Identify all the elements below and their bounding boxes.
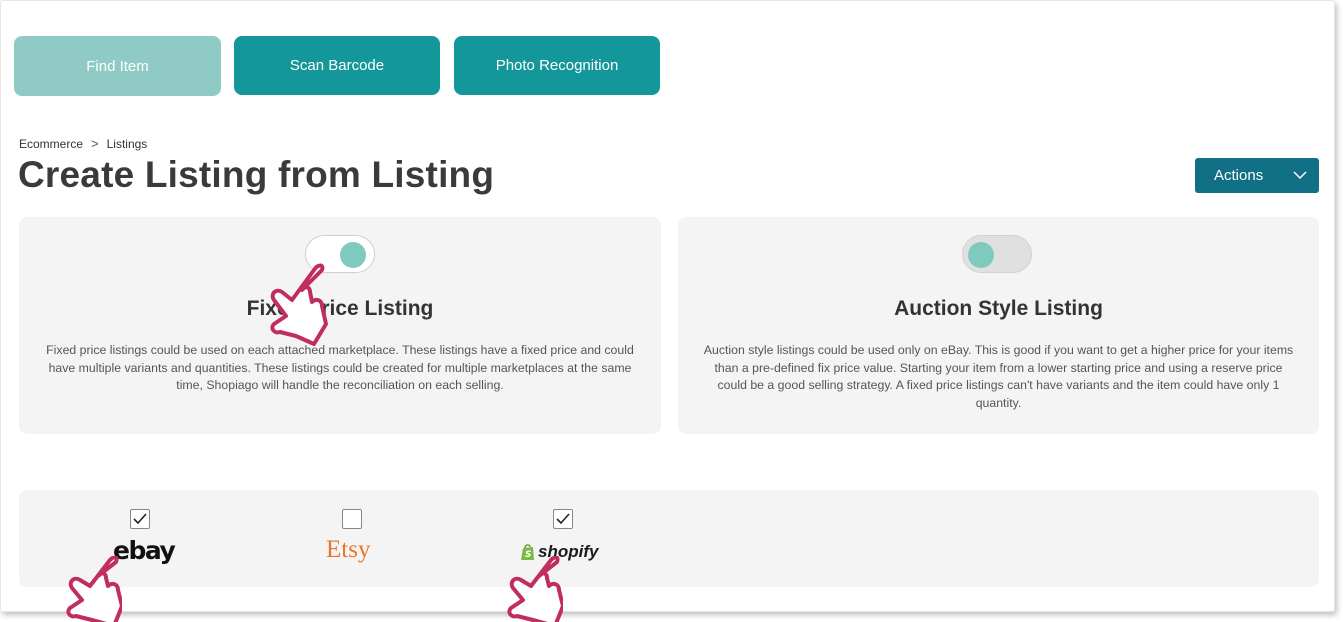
fixed-price-title: Fixed Price Listing bbox=[246, 297, 434, 320]
breadcrumb: Ecommerce > Listings bbox=[19, 136, 147, 151]
photo-recognition-label: Photo Recognition bbox=[495, 57, 619, 74]
breadcrumb-separator: > bbox=[91, 136, 99, 151]
chevron-down-icon bbox=[1293, 171, 1307, 180]
actions-dropdown-button[interactable]: Actions bbox=[1195, 158, 1319, 193]
auction-style-title: Auction Style Listing bbox=[894, 297, 1103, 320]
marketplace-panel: ebay Etsy S shopify bbox=[19, 490, 1319, 587]
etsy-checkbox[interactable] bbox=[342, 509, 362, 529]
checkmark-icon bbox=[133, 513, 147, 525]
toggle-knob bbox=[968, 242, 994, 268]
checkmark-icon bbox=[556, 513, 570, 525]
toggle-knob bbox=[340, 242, 366, 268]
hand-pointer-icon bbox=[66, 556, 122, 622]
scan-barcode-button[interactable]: Scan Barcode bbox=[234, 36, 440, 95]
breadcrumb-item-listings[interactable]: Listings bbox=[107, 137, 148, 151]
hand-pointer-icon bbox=[507, 556, 563, 622]
find-item-label: Find Item bbox=[86, 57, 149, 75]
fixed-price-card[interactable]: Fixed Price Listing Fixed price listings… bbox=[19, 217, 661, 434]
photo-recognition-button[interactable]: Photo Recognition bbox=[454, 36, 660, 95]
breadcrumb-item-ecommerce[interactable]: Ecommerce bbox=[19, 137, 83, 151]
ebay-checkbox[interactable] bbox=[130, 509, 150, 529]
etsy-logo: Etsy bbox=[326, 536, 371, 563]
auction-style-description: Auction style listings could be used onl… bbox=[703, 343, 1294, 410]
fixed-price-description: Fixed price listings could be used on ea… bbox=[46, 343, 634, 392]
ebay-logo: ebay bbox=[113, 536, 176, 565]
hand-pointer-icon bbox=[270, 263, 328, 346]
find-item-button[interactable]: Find Item bbox=[14, 36, 221, 96]
auction-style-toggle[interactable] bbox=[962, 235, 1032, 273]
page-title: Create Listing from Listing bbox=[18, 154, 495, 195]
actions-label: Actions bbox=[1214, 167, 1264, 184]
scan-barcode-label: Scan Barcode bbox=[289, 57, 385, 74]
auction-style-card[interactable]: Auction Style Listing Auction style list… bbox=[678, 217, 1319, 434]
app-window: Find Item Scan Barcode Photo Recognition… bbox=[0, 0, 1335, 622]
shopify-checkbox[interactable] bbox=[553, 509, 573, 529]
